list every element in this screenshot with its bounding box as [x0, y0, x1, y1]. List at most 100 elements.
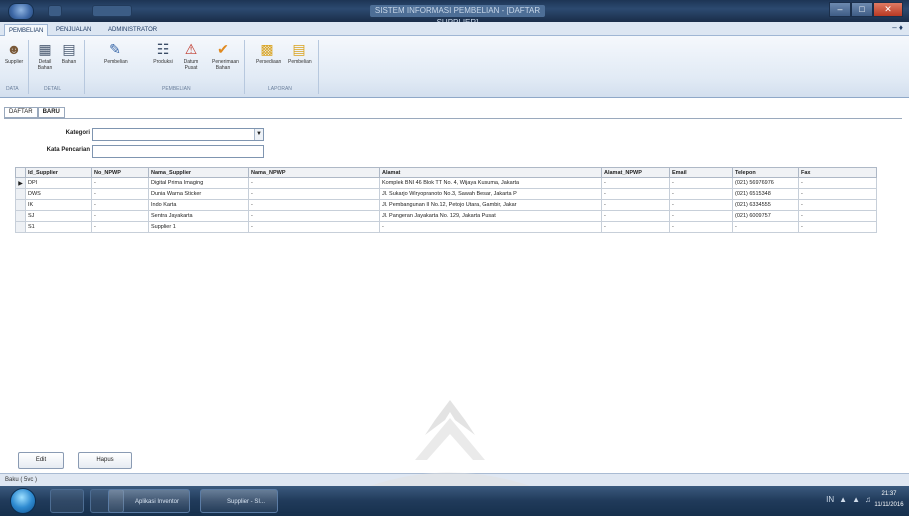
table-cell[interactable]: - [248, 210, 380, 222]
volume-icon[interactable]: ♫ [865, 495, 871, 504]
column-header[interactable]: No_NPWP [91, 167, 149, 178]
table-cell[interactable]: - [601, 210, 670, 222]
show-hidden-icons-icon[interactable]: ▲ [839, 495, 847, 504]
chevron-down-icon[interactable]: ▼ [254, 129, 263, 140]
table-cell[interactable]: - [248, 188, 380, 200]
table-cell[interactable]: - [379, 221, 602, 233]
table-cell[interactable]: DPI [25, 177, 92, 189]
tab-daftar[interactable]: DAFTAR [4, 107, 38, 118]
row-selector[interactable] [15, 287, 26, 299]
row-selector[interactable] [15, 298, 26, 310]
table-cell[interactable]: - [669, 199, 733, 211]
table-cell[interactable]: - [798, 177, 877, 189]
row-selector[interactable] [15, 331, 26, 343]
start-button[interactable] [10, 488, 36, 514]
tab-administrator[interactable]: ADMINISTRATOR [104, 24, 161, 36]
table-cell[interactable]: - [91, 188, 149, 200]
tab-penjualan[interactable]: PENJUALAN [52, 24, 95, 36]
table-cell[interactable]: (021) 56976976 [732, 177, 799, 189]
edit-button[interactable]: Edit [18, 452, 64, 469]
tab-pembelian[interactable]: PEMBELIAN [4, 24, 49, 36]
table-cell[interactable]: - [798, 221, 877, 233]
clock[interactable]: 21:37 11/11/2016 [873, 489, 905, 511]
table-cell[interactable]: - [91, 199, 149, 211]
table-cell[interactable]: - [798, 210, 877, 222]
hapus-button[interactable]: Hapus [78, 452, 132, 469]
row-selector[interactable] [15, 375, 26, 387]
table-row[interactable]: ▶ DPI - Digital Prima Imaging - Komplek BNI 4… [15, 177, 877, 189]
column-header[interactable]: Fax [798, 167, 877, 178]
table-cell[interactable]: - [601, 188, 670, 200]
table-cell[interactable]: Jl. Pangeran Jayakarta No. 129, Jakarta … [379, 210, 602, 222]
detail-bahan-button[interactable]: ▦ Detail Bahan [34, 40, 56, 72]
row-selector[interactable] [15, 276, 26, 288]
ribbon-minimize-icon[interactable]: – ♦ [892, 23, 903, 32]
table-cell[interactable]: (021) 6515348 [732, 188, 799, 200]
table-cell[interactable]: (021) 6009757 [732, 210, 799, 222]
table-cell[interactable]: - [601, 199, 670, 211]
table-cell[interactable]: - [732, 221, 799, 233]
table-cell[interactable]: Sentra Jayakarta [148, 210, 249, 222]
row-selector[interactable] [15, 254, 26, 266]
table-cell[interactable]: - [798, 188, 877, 200]
column-header[interactable]: Email [669, 167, 733, 178]
row-selector[interactable]: ▶ [15, 177, 26, 189]
table-cell[interactable]: Jl. Sukarjo Wiryopranoto No.3, Sawah Bes… [379, 188, 602, 200]
supplier-grid[interactable]: Id_Supplier No_NPWP Nama_Supplier Nama_NPWP… [15, 167, 877, 427]
maximize-button[interactable]: □ [851, 2, 873, 17]
row-selector[interactable] [15, 320, 26, 332]
table-cell[interactable]: - [91, 210, 149, 222]
table-cell[interactable]: - [798, 199, 877, 211]
search-input[interactable] [92, 145, 264, 158]
table-cell[interactable]: - [601, 221, 670, 233]
table-cell[interactable]: - [248, 199, 380, 211]
row-selector[interactable] [15, 342, 26, 354]
persediaan-button[interactable]: ▩ Persediaan [256, 40, 281, 66]
table-cell[interactable]: Digital Prima Imaging [148, 177, 249, 189]
explorer-icon[interactable] [50, 489, 84, 513]
network-icon[interactable]: ▲ [852, 495, 860, 504]
column-header[interactable]: Alamat_NPWP [601, 167, 670, 178]
table-cell[interactable]: - [91, 221, 149, 233]
table-cell[interactable]: - [248, 221, 380, 233]
laporan-pembelian-button[interactable]: ▤ Pembelian [288, 40, 312, 66]
bahan-button[interactable]: ▤ Bahan [58, 40, 80, 66]
column-header[interactable]: Nama_Supplier [148, 167, 249, 178]
column-header[interactable]: Telepon [732, 167, 799, 178]
quick-access-toolbar[interactable] [92, 5, 132, 17]
row-selector[interactable] [15, 397, 26, 409]
table-row[interactable]: IK - Indo Karta - Jl. Pembangunan II No.12, … [15, 199, 877, 211]
column-header[interactable]: Id_Supplier [25, 167, 92, 178]
datum-pusat-button[interactable]: ⚠ Datum Pusat [180, 40, 202, 72]
kategori-dropdown[interactable]: ▼ [92, 128, 264, 141]
app-menu-button[interactable] [8, 3, 34, 20]
table-cell[interactable]: S1 [25, 221, 92, 233]
table-cell[interactable]: - [669, 188, 733, 200]
table-cell[interactable]: Indo Karta [148, 199, 249, 211]
row-selector[interactable] [15, 309, 26, 321]
row-selector[interactable] [15, 232, 26, 244]
table-cell[interactable]: - [248, 177, 380, 189]
row-selector[interactable] [15, 364, 26, 376]
table-cell[interactable]: Dunia Warna Sticker [148, 188, 249, 200]
table-cell[interactable]: Jl. Pembangunan II No.12, Petojo Utara, … [379, 199, 602, 211]
table-cell[interactable]: - [669, 177, 733, 189]
row-selector[interactable] [15, 386, 26, 398]
row-selector[interactable] [15, 265, 26, 277]
row-selector[interactable] [15, 221, 26, 233]
table-cell[interactable]: IK [25, 199, 92, 211]
close-button[interactable]: ✕ [873, 2, 903, 17]
taskbar-app-inventor[interactable]: Aplikasi Inventor [108, 489, 190, 513]
penerimaan-bahan-button[interactable]: ✔ Penerimaan Bahan [212, 40, 239, 72]
table-cell[interactable]: SJ [25, 210, 92, 222]
row-selector[interactable] [15, 210, 26, 222]
produksi-button[interactable]: ☷ Produksi [152, 40, 174, 66]
column-header[interactable]: Nama_NPWP [248, 167, 380, 178]
language-indicator[interactable]: IN [826, 495, 834, 504]
table-cell[interactable]: Supplier 1 [148, 221, 249, 233]
taskbar-app-supplier[interactable]: Supplier - SI... [200, 489, 278, 513]
table-cell[interactable]: DWS [25, 188, 92, 200]
table-row[interactable]: S1- Supplier 1------ [15, 221, 877, 233]
supplier-button[interactable]: ☻ Supplier [3, 40, 25, 65]
pembelian-button[interactable]: ✎ Pembelian [104, 40, 128, 66]
